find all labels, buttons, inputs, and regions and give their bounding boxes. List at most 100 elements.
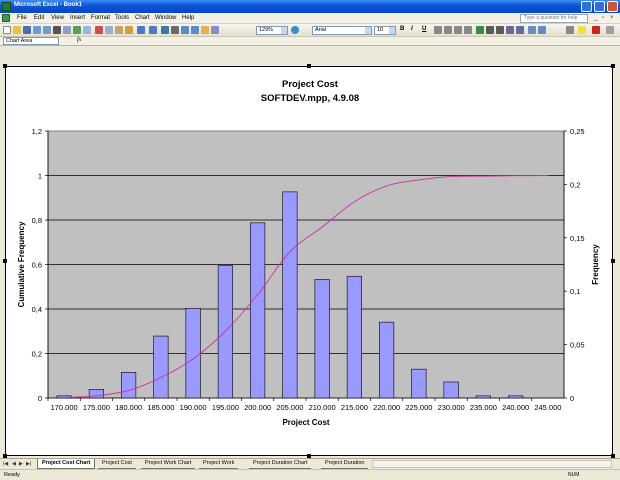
drawing-icon[interactable] xyxy=(211,26,219,34)
y-tick-label: 0 xyxy=(38,394,42,403)
maximize-button[interactable] xyxy=(594,1,605,12)
decrease-decimal-icon[interactable] xyxy=(516,26,524,34)
menu-chart[interactable]: Chart xyxy=(135,15,150,21)
font-size-select[interactable]: 10 xyxy=(374,26,396,35)
sheet-tab[interactable]: Project Cost xyxy=(98,459,136,469)
autosum-icon[interactable] xyxy=(171,26,179,34)
decrease-indent-icon[interactable] xyxy=(528,26,536,34)
selection-handle[interactable] xyxy=(3,64,7,68)
currency-icon[interactable] xyxy=(476,26,484,34)
font-select[interactable]: Arial xyxy=(312,26,372,35)
cut-icon[interactable] xyxy=(95,26,103,34)
italic-button[interactable]: I xyxy=(411,26,413,32)
permission-icon[interactable] xyxy=(33,26,41,34)
prev-sheet-icon[interactable]: ◀ xyxy=(12,461,16,467)
menu-window[interactable]: Window xyxy=(155,15,176,21)
font-dropdown-icon[interactable] xyxy=(365,27,371,34)
sheet-tab[interactable]: Project Work xyxy=(199,459,239,469)
undo-icon[interactable] xyxy=(137,26,145,34)
minimize-button[interactable] xyxy=(581,1,592,12)
selection-handle[interactable] xyxy=(611,259,615,263)
bold-button[interactable]: B xyxy=(400,26,404,32)
open-icon[interactable] xyxy=(13,26,21,34)
hyperlink-icon[interactable] xyxy=(161,26,169,34)
selection-handle[interactable] xyxy=(611,64,615,68)
format-painter-icon[interactable] xyxy=(125,26,133,34)
sort-descending-icon[interactable] xyxy=(191,26,199,34)
sheet-tab[interactable]: Project Cost Chart xyxy=(37,459,96,469)
menu-help[interactable]: Help xyxy=(182,15,194,21)
x-tick-label: 185.000 xyxy=(147,403,174,412)
zoom-value: 129% xyxy=(259,27,274,33)
y-tick-label: 1,2 xyxy=(32,127,42,136)
frequency-bar xyxy=(379,321,395,399)
help-icon[interactable] xyxy=(291,26,299,34)
email-icon[interactable] xyxy=(43,26,51,34)
borders-icon[interactable] xyxy=(566,26,574,34)
toolbar-options-icon[interactable] xyxy=(606,26,614,34)
y2-tick-label: 0,05 xyxy=(570,341,585,350)
save-icon[interactable] xyxy=(23,26,31,34)
align-left-icon[interactable] xyxy=(434,26,442,34)
selection-handle[interactable] xyxy=(3,259,7,263)
menu-insert[interactable]: Insert xyxy=(70,15,85,21)
underline-button[interactable]: U xyxy=(422,26,426,32)
copy-icon[interactable] xyxy=(105,26,113,34)
sheet-tab[interactable]: Project Duration xyxy=(321,459,369,469)
percent-icon[interactable] xyxy=(486,26,494,34)
research-icon[interactable] xyxy=(83,26,91,34)
doc-restore-icon[interactable]: ▫ xyxy=(602,15,604,21)
x-tick-label: 200.000 xyxy=(244,403,271,412)
title-bar: Microsoft Excel - Book1 xyxy=(0,0,620,13)
chart-plot[interactable]: 0 0,2 0,4 0,6 0,8 1 1,2 0 0,05 0,1 0,15 0,2 0,25 170.… xyxy=(6,67,612,455)
font-color-icon[interactable] xyxy=(592,26,600,34)
x-tick-label: 175.000 xyxy=(83,403,110,412)
sheet-tab[interactable]: Project Work Chart xyxy=(141,459,196,469)
selection-handle[interactable] xyxy=(307,64,311,68)
doc-minimize-icon[interactable]: _ xyxy=(594,15,597,21)
chart-wizard-icon[interactable] xyxy=(201,26,209,34)
close-button[interactable] xyxy=(607,1,618,12)
x-tick-label: 180.000 xyxy=(115,403,142,412)
sheet-tab-bar: |◀ ◀ ▶ ▶| Project Cost Chart Project Cost… xyxy=(0,458,620,469)
menu-file[interactable]: File xyxy=(17,15,27,21)
name-box[interactable]: Chart Area xyxy=(3,37,59,45)
print-preview-icon[interactable] xyxy=(63,26,71,34)
doc-close-icon[interactable]: × xyxy=(610,15,614,21)
comma-style-icon[interactable] xyxy=(496,26,504,34)
num-lock-indicator: NUM xyxy=(568,472,580,478)
redo-icon[interactable] xyxy=(149,26,157,34)
x-tick-label: 190.000 xyxy=(180,403,207,412)
frequency-bar xyxy=(88,389,104,399)
print-icon[interactable] xyxy=(53,26,61,34)
sort-ascending-icon[interactable] xyxy=(181,26,189,34)
y-axis-title: Cumulative Frequency xyxy=(17,221,26,307)
align-center-icon[interactable] xyxy=(444,26,452,34)
menu-view[interactable]: View xyxy=(51,15,64,21)
menu-edit[interactable]: Edit xyxy=(34,15,44,21)
increase-decimal-icon[interactable] xyxy=(506,26,514,34)
horizontal-scrollbar[interactable] xyxy=(372,460,612,468)
next-sheet-icon[interactable]: ▶ xyxy=(19,461,23,467)
x-tick-label: 205.000 xyxy=(276,403,303,412)
align-right-icon[interactable] xyxy=(454,26,462,34)
zoom-dropdown-icon[interactable] xyxy=(281,27,287,34)
chart-area[interactable]: Project Cost SOFTDEV.mpp, 4.9.08 0 0,2 0,4… xyxy=(5,66,613,456)
new-icon[interactable] xyxy=(3,26,11,34)
workbook-icon[interactable] xyxy=(2,14,10,22)
zoom-select[interactable]: 129% xyxy=(256,26,288,35)
insert-function-icon[interactable]: fx xyxy=(77,37,81,43)
last-sheet-icon[interactable]: ▶| xyxy=(26,461,31,467)
first-sheet-icon[interactable]: |◀ xyxy=(3,461,8,467)
help-search-input[interactable]: Type a question for help xyxy=(520,14,588,23)
increase-indent-icon[interactable] xyxy=(538,26,546,34)
fill-color-icon[interactable] xyxy=(578,26,586,34)
paste-icon[interactable] xyxy=(115,26,123,34)
y-tick-label: 0,4 xyxy=(32,305,42,314)
merge-center-icon[interactable] xyxy=(464,26,472,34)
font-size-dropdown-icon[interactable] xyxy=(389,27,395,34)
menu-tools[interactable]: Tools xyxy=(115,15,129,21)
spelling-icon[interactable] xyxy=(73,26,81,34)
menu-format[interactable]: Format xyxy=(91,15,110,21)
sheet-tab[interactable]: Project Duration Chart xyxy=(249,459,312,469)
